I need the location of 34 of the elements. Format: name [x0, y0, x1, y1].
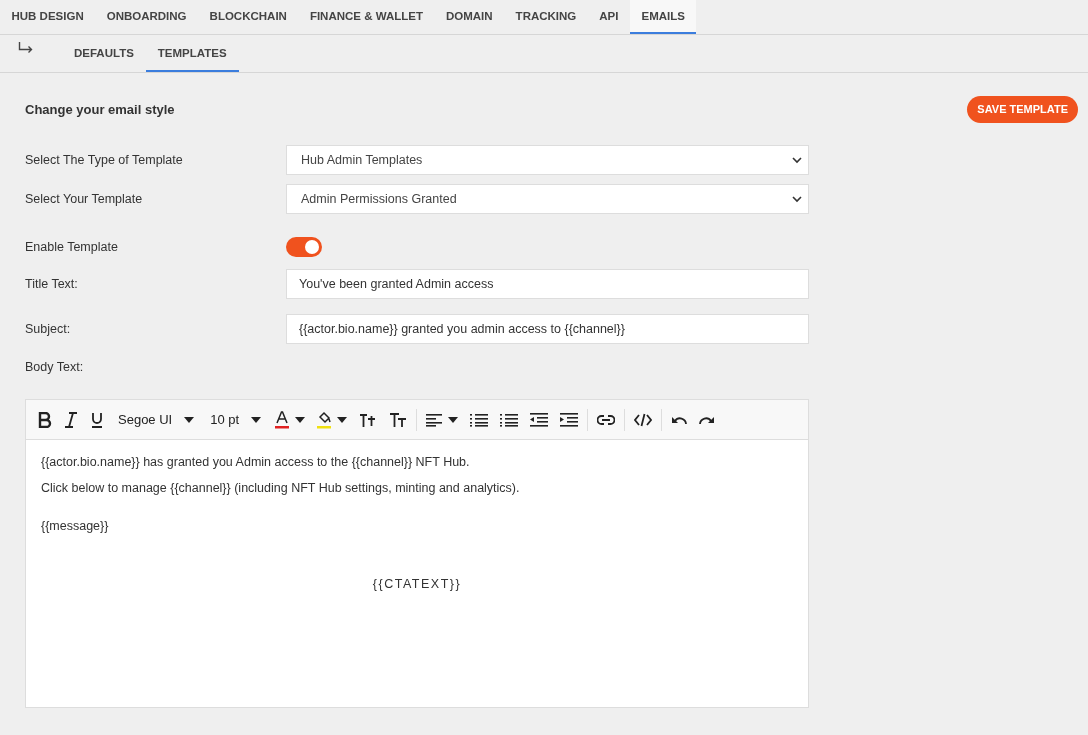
nav-tab[interactable]: DOMAIN — [434, 0, 505, 34]
nav-tab[interactable]: FINANCE & WALLET — [298, 0, 435, 34]
sub-tab[interactable]: DEFAULTS — [62, 35, 146, 72]
sub-tab[interactable]: TEMPLATES — [145, 35, 239, 72]
text-input-field[interactable]: {{actor.bio.name}} granted you admin access to {{channel}} — [286, 314, 809, 344]
save-template-button[interactable]: SAVE TEMPLATE — [967, 95, 1078, 123]
chevron-down-icon — [792, 156, 802, 164]
caret-icon — [184, 416, 195, 423]
body-paragraph: Click below to manage {{channel}} (including NFT Hub settings, minting and analytics). — [41, 480, 521, 496]
nav-tab[interactable]: EMAILS — [630, 0, 697, 34]
nav-tab[interactable]: TRACKING — [504, 0, 588, 34]
size-dropdown[interactable]: 10 pt — [202, 405, 270, 434]
field-label: Subject: — [25, 322, 72, 336]
dropdown-field[interactable]: Hub Admin Templates — [286, 145, 809, 175]
chevron-down-icon — [792, 195, 802, 203]
return-arrow-icon — [18, 41, 34, 54]
field-label: Select The Type of Template — [25, 153, 184, 167]
nav-tab[interactable]: API — [587, 0, 630, 34]
field-label: Body Text: — [25, 360, 85, 374]
body-paragraph: {{actor.bio.name}} has granted you Admin access to the {{channel}} NFT Hub. — [41, 454, 471, 470]
nav-tab[interactable]: BLOCKCHAIN — [198, 0, 299, 34]
text-input-field[interactable]: You've been granted Admin access — [286, 269, 809, 299]
cta-placeholder: {{CTATEXT}} — [372, 577, 462, 591]
body-paragraph: {{message}} — [41, 518, 110, 534]
nav-tab[interactable]: ONBOARDING — [95, 0, 199, 34]
enable-toggle[interactable] — [286, 237, 322, 257]
caret-icon — [251, 416, 262, 423]
field-label: Select Your Template — [25, 192, 144, 206]
section-heading: Change your email style — [25, 101, 175, 117]
dropdown-field[interactable]: Admin Permissions Granted — [286, 184, 809, 214]
font-dropdown[interactable]: Segoe UI — [110, 405, 203, 434]
field-label: Enable Template — [25, 240, 119, 254]
nav-tab[interactable]: HUB DESIGN — [0, 0, 96, 34]
field-label: Title Text: — [25, 277, 79, 291]
